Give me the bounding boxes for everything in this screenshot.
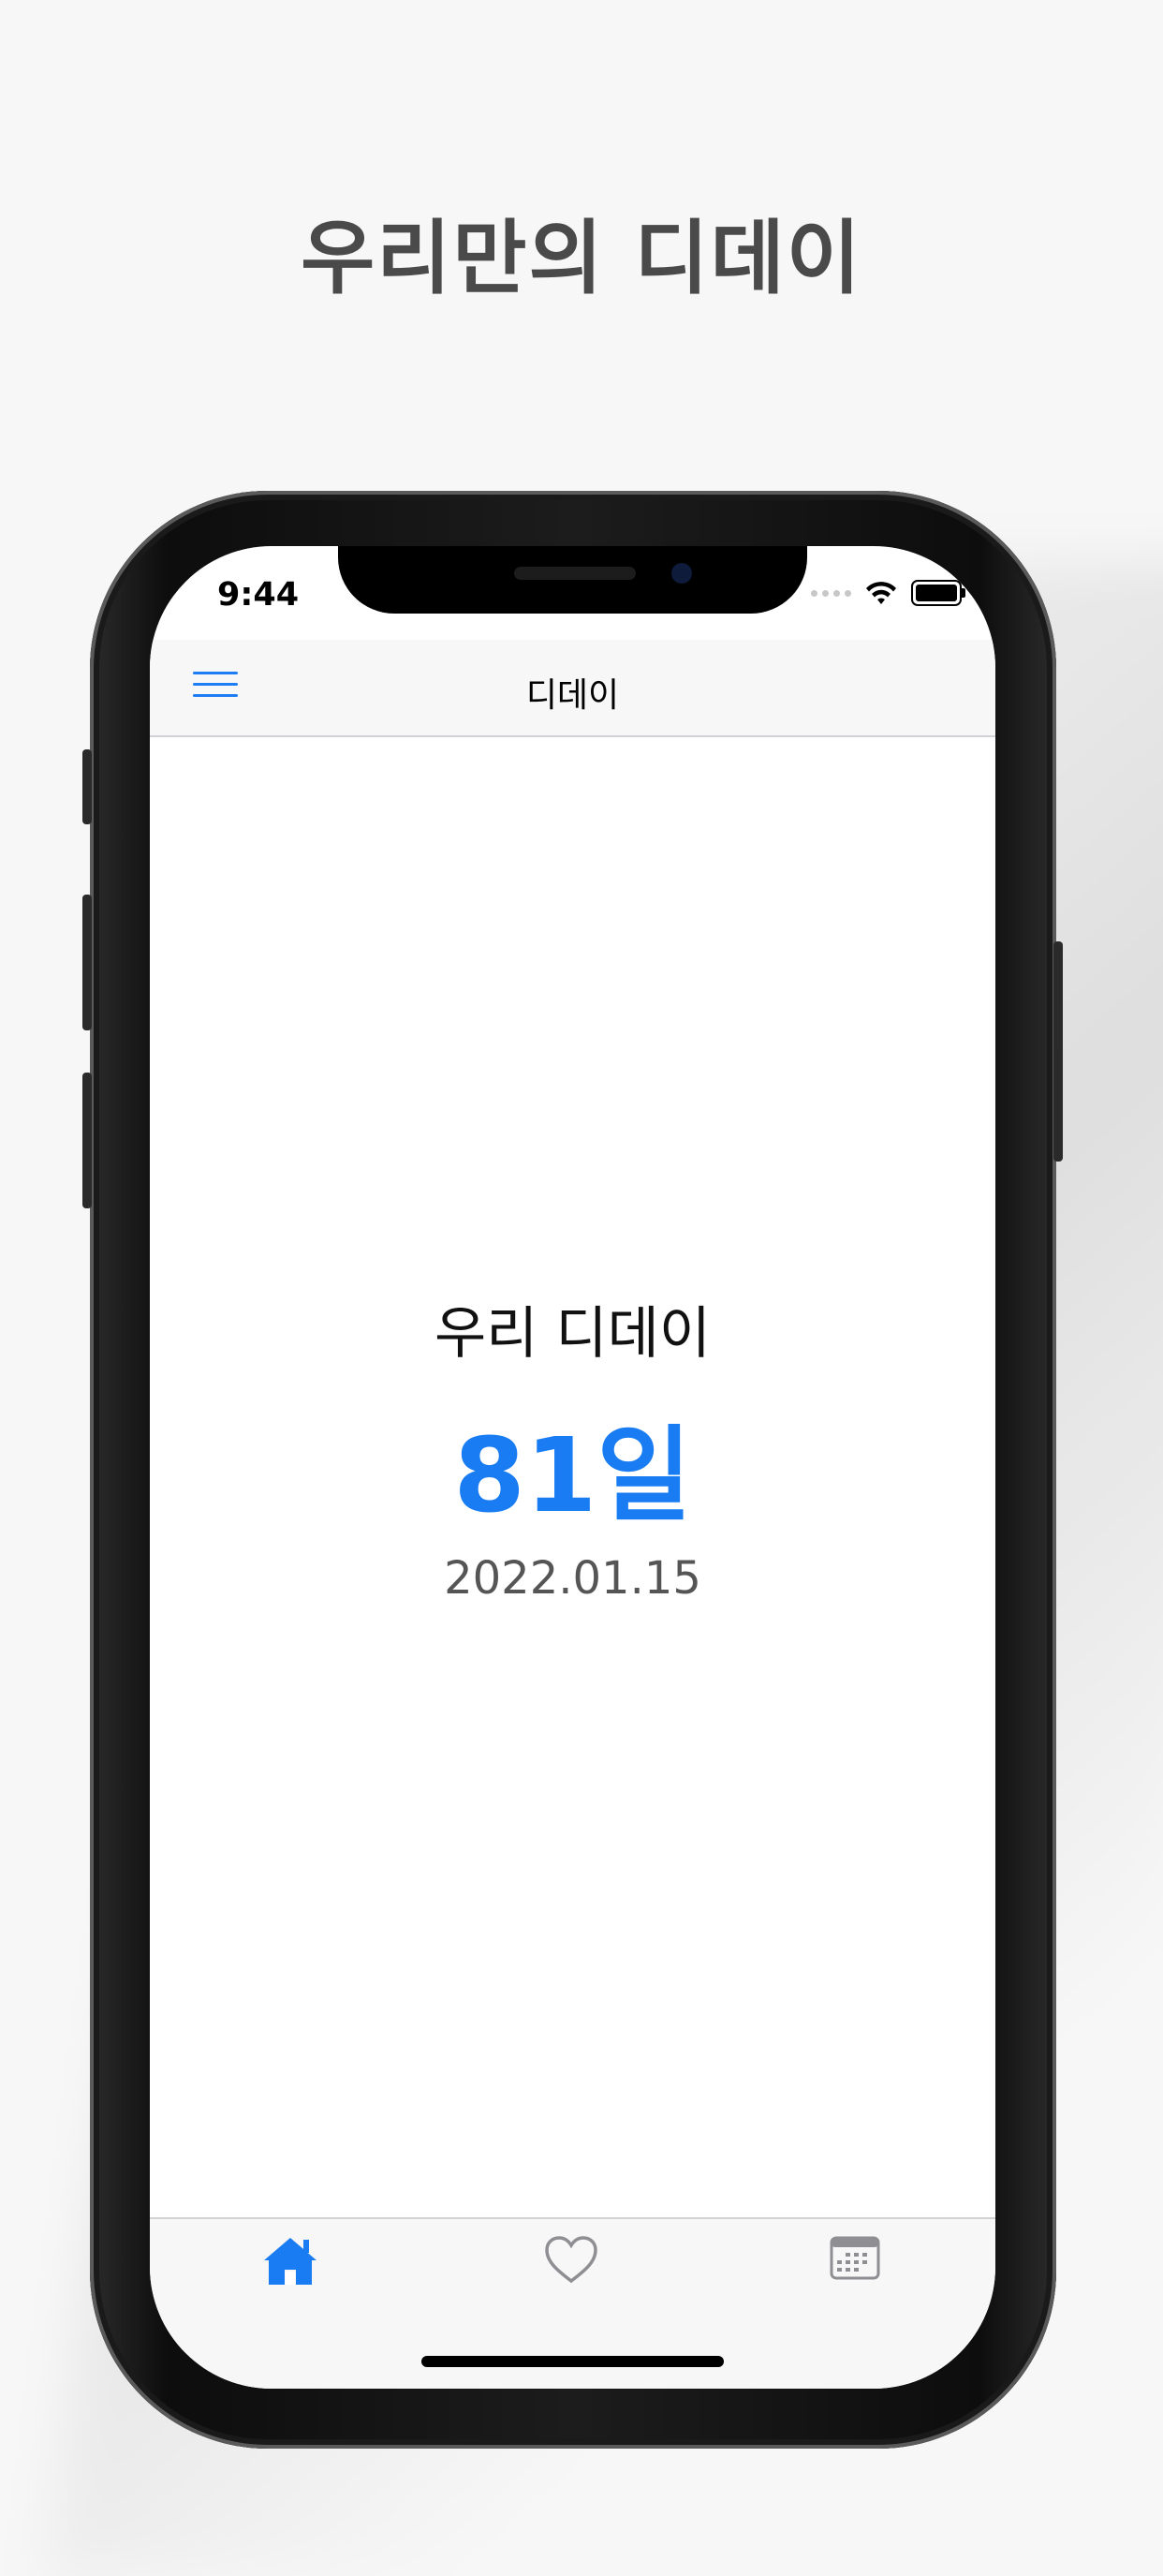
notch xyxy=(338,546,807,614)
dday-content: 우리 디데이 81일 2022.01.15 xyxy=(150,737,995,2208)
mute-switch xyxy=(82,749,92,824)
power-button xyxy=(1053,941,1063,1162)
navigation-bar: 디데이 xyxy=(150,640,995,737)
wifi-icon xyxy=(866,582,896,604)
home-indicator[interactable] xyxy=(421,2356,724,2367)
signal-icon xyxy=(811,589,851,597)
volume-up-button xyxy=(82,895,92,1030)
calendar-icon xyxy=(830,2236,880,2280)
home-icon xyxy=(264,2238,317,2285)
volume-down-button xyxy=(82,1073,92,1208)
front-camera xyxy=(671,563,692,584)
phone-screen: 9:44 디데이 우리 디데이 81일 2022.01.15 xyxy=(150,546,995,2389)
battery-icon xyxy=(911,580,965,606)
dday-count: 81일 xyxy=(453,1415,692,1535)
promo-title: 우리만의 디데이 xyxy=(301,212,862,305)
nav-title: 디데이 xyxy=(525,676,620,715)
dday-label: 우리 디데이 xyxy=(434,1301,712,1367)
tab-home[interactable] xyxy=(260,2234,326,2300)
tab-calendar[interactable] xyxy=(829,2234,894,2300)
tab-heart[interactable] xyxy=(543,2234,609,2300)
speaker-grille xyxy=(514,567,636,580)
status-time: 9:44 xyxy=(217,576,300,614)
dday-date: 2022.01.15 xyxy=(444,1552,701,1605)
heart-icon xyxy=(545,2236,597,2284)
status-icons xyxy=(811,580,965,606)
